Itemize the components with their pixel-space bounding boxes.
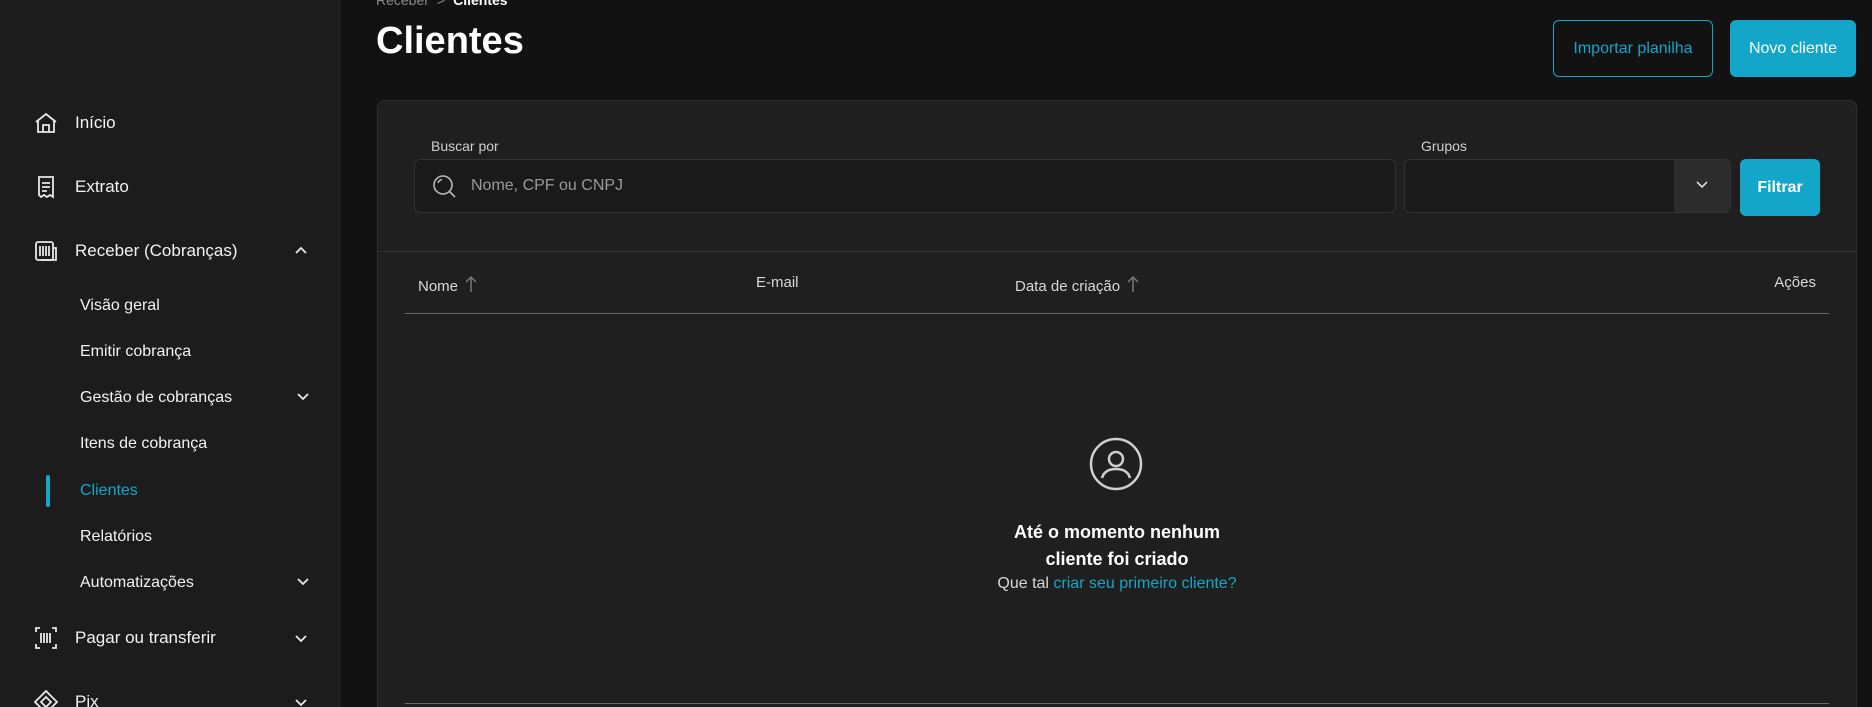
breadcrumb-current: Clientes bbox=[453, 0, 508, 8]
sidebar-subitem-label: Itens de cobrança bbox=[80, 435, 208, 452]
search-field[interactable] bbox=[414, 159, 1396, 213]
empty-state-title-line: cliente foi criado bbox=[1045, 549, 1189, 569]
active-indicator bbox=[46, 475, 50, 507]
import-spreadsheet-button[interactable]: Importar planilha bbox=[1553, 20, 1713, 77]
page-title: Clientes bbox=[376, 20, 524, 62]
sidebar: Início Extrato Receber (Cobranças) Visão… bbox=[0, 0, 340, 707]
sidebar-subitem-label: Visão geral bbox=[80, 297, 160, 314]
sidebar-subitem-label: Relatórios bbox=[80, 528, 153, 545]
sidebar-item-label: Início bbox=[75, 113, 116, 132]
column-header-data-criacao[interactable]: Data de criação bbox=[1015, 274, 1140, 298]
column-header-label: Nome bbox=[418, 277, 459, 295]
home-icon bbox=[32, 109, 60, 137]
sidebar-item-pix[interactable]: Pix bbox=[32, 682, 311, 707]
search-input[interactable] bbox=[471, 177, 1395, 195]
sidebar-item-pagar[interactable]: Pagar ou transferir bbox=[32, 618, 311, 658]
empty-state-title-line: Até o momento nenhum bbox=[1014, 522, 1220, 542]
chevron-down-icon bbox=[291, 628, 311, 648]
pix-icon bbox=[32, 688, 60, 707]
barcode-doc-icon bbox=[32, 237, 60, 265]
empty-state-subtitle: Que tal criar seu primeiro cliente? bbox=[378, 575, 1856, 593]
groups-dropdown-toggle[interactable] bbox=[1674, 160, 1730, 212]
new-client-button[interactable]: Novo cliente bbox=[1730, 20, 1856, 77]
sidebar-subitem-label: Gestão de cobranças bbox=[80, 389, 233, 406]
groups-label: Grupos bbox=[1421, 138, 1467, 154]
user-avatar-icon bbox=[1088, 436, 1144, 492]
barcode-scan-icon bbox=[32, 624, 60, 652]
column-header-email: E-mail bbox=[756, 274, 799, 291]
empty-state-title: Até o momento nenhum cliente foi criado bbox=[378, 519, 1856, 573]
column-header-label: E-mail bbox=[756, 274, 799, 291]
sidebar-subitem-gestao-cobrancas[interactable]: Gestão de cobranças bbox=[80, 381, 311, 415]
sort-arrow-up-icon bbox=[1126, 274, 1140, 298]
column-header-label: Data de criação bbox=[1015, 277, 1121, 295]
column-header-label: Ações bbox=[1774, 274, 1816, 291]
sidebar-subitem-emitir-cobranca[interactable]: Emitir cobrança bbox=[80, 335, 311, 369]
chevron-down-icon bbox=[295, 573, 311, 594]
sidebar-item-receber[interactable]: Receber (Cobranças) bbox=[32, 231, 311, 271]
divider bbox=[378, 251, 1856, 252]
sidebar-subitem-clientes[interactable]: Clientes bbox=[80, 474, 311, 508]
chevron-down-icon bbox=[295, 388, 311, 409]
sidebar-item-label: Pagar ou transferir bbox=[75, 628, 216, 647]
chevron-down-icon bbox=[1694, 176, 1710, 197]
clients-card: Buscar por Grupos Filtrar Nome E-mail bbox=[377, 100, 1857, 707]
sort-arrow-up-icon bbox=[464, 274, 478, 298]
breadcrumb-parent[interactable]: Receber bbox=[376, 0, 429, 8]
sidebar-item-label: Pix bbox=[75, 692, 99, 707]
breadcrumb: Receber > Clientes bbox=[376, 0, 508, 8]
table-footer-divider bbox=[405, 703, 1829, 704]
main-content: Receber > Clientes Clientes Importar pla… bbox=[341, 0, 1872, 707]
sidebar-subitem-automatizacoes[interactable]: Automatizações bbox=[80, 566, 311, 600]
chevron-down-icon bbox=[291, 692, 311, 707]
sidebar-subitem-relatorios[interactable]: Relatórios bbox=[80, 520, 311, 554]
chevron-up-icon bbox=[291, 241, 311, 261]
sidebar-item-label: Receber (Cobranças) bbox=[75, 241, 238, 260]
sidebar-item-inicio[interactable]: Início bbox=[32, 103, 311, 143]
search-label: Buscar por bbox=[431, 138, 499, 154]
sidebar-subitem-label: Automatizações bbox=[80, 574, 194, 591]
filter-button[interactable]: Filtrar bbox=[1740, 159, 1820, 216]
sidebar-subitem-label: Clientes bbox=[80, 482, 138, 499]
create-first-client-link[interactable]: criar seu primeiro cliente? bbox=[1053, 575, 1236, 592]
column-header-nome[interactable]: Nome bbox=[418, 274, 478, 298]
sidebar-subitem-visao-geral[interactable]: Visão geral bbox=[80, 289, 311, 323]
sidebar-item-extrato[interactable]: Extrato bbox=[32, 167, 311, 207]
breadcrumb-separator: > bbox=[436, 0, 446, 8]
receipt-icon bbox=[32, 173, 60, 201]
sidebar-subitem-itens-cobranca[interactable]: Itens de cobrança bbox=[80, 427, 311, 461]
sidebar-subitem-label: Emitir cobrança bbox=[80, 343, 192, 360]
search-icon bbox=[431, 173, 457, 199]
column-header-acoes: Ações bbox=[1774, 274, 1816, 291]
sidebar-item-label: Extrato bbox=[75, 177, 129, 196]
empty-state-prefix: Que tal bbox=[997, 575, 1049, 592]
groups-select[interactable] bbox=[1404, 159, 1731, 213]
table-header-divider bbox=[405, 313, 1829, 314]
